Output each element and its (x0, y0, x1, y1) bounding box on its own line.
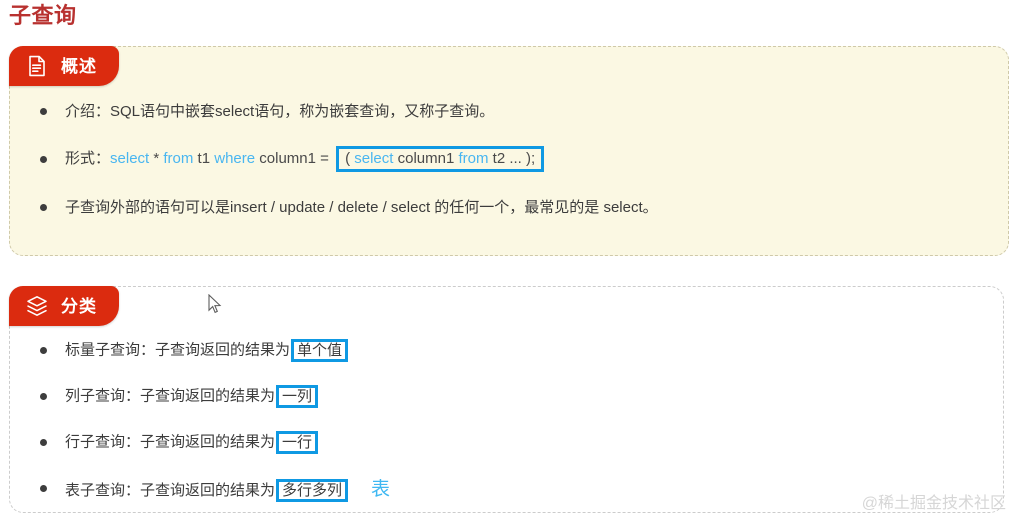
sql-code: column1 = (255, 149, 334, 167)
sql-keyword: from (458, 150, 489, 167)
bullet-content: 标量子查询：子查询返回的结果为 单个值 (65, 338, 349, 362)
bullet-dot-icon (40, 346, 47, 354)
sql-keyword: select (354, 150, 394, 167)
bullet-text: 行子查询：子查询返回的结果为 (65, 432, 276, 450)
bullet-content: 介绍：SQL语句中嵌套select语句，称为嵌套查询，又称子查询。 (65, 103, 494, 120)
bullet-item: 表子查询：子查询返回的结果为 多行多列表 (10, 465, 1003, 511)
bullet-dot-icon (40, 438, 47, 446)
card-overview-tab-label: 概述 (61, 56, 97, 76)
sql-code: t2 ... ); (488, 150, 536, 167)
bullet-dot-icon (40, 203, 47, 211)
bullet-dot-icon (40, 392, 47, 400)
bullet-content: 行子查询：子查询返回的结果为 一行 (65, 430, 319, 454)
bullet-text: 表子查询：子查询返回的结果为 (65, 481, 276, 499)
card-overview-bullet-list: 介绍：SQL语句中嵌套select语句，称为嵌套查询，又称子查询。 形式：sele… (10, 87, 1008, 231)
card-category-bullet-list: 标量子查询：子查询返回的结果为 单个值 列子查询：子查询返回的结果为 一列 行子查询：子… (10, 327, 1003, 511)
sql-code: * (149, 149, 164, 167)
card-category-tab[interactable]: 分类 (9, 286, 119, 326)
layers-icon (27, 296, 47, 316)
bullet-item: 介绍：SQL语句中嵌套select语句，称为嵌套查询，又称子查询。 (10, 87, 1008, 135)
bullet-content: 形式：select * from t1 where column1 = ( se… (65, 146, 545, 172)
bullet-dot-icon (40, 484, 47, 492)
bullet-content: 表子查询：子查询返回的结果为 多行多列表 (65, 474, 390, 503)
bullet-dot-icon (40, 155, 47, 163)
sql-code: column1 (393, 150, 459, 167)
card-category-tab-label: 分类 (61, 296, 97, 316)
sql-code: t1 (193, 149, 215, 167)
bullet-item: 形式：select * from t1 where column1 = ( se… (10, 135, 1008, 183)
bullet-text: 子查询外部的语句可以是insert / update / delete / se… (65, 198, 658, 216)
bullet-text: 标量子查询：子查询返回的结果为 (65, 340, 291, 358)
sql-keyword: select (110, 149, 150, 167)
bullet-text: 形式： (65, 149, 111, 167)
bullet-item: 行子查询：子查询返回的结果为 一行 (10, 419, 1003, 465)
bullet-dot-icon (40, 107, 47, 115)
bullet-content: 列子查询：子查询返回的结果为 一列 (65, 384, 319, 408)
highlight-box: 一列 (276, 384, 319, 408)
bullet-item: 列子查询：子查询返回的结果为 一列 (10, 373, 1003, 419)
page-title: 子查询 (9, 3, 77, 28)
bullet-text: 列子查询：子查询返回的结果为 (65, 386, 276, 404)
highlight-box-code: ( select column1 from t2 ... ); (336, 146, 545, 172)
sql-keyword: from (163, 149, 194, 167)
card-category: 分类 标量子查询：子查询返回的结果为 单个值 列子查询：子查询返回的结果为 一列 行子查… (9, 286, 1004, 513)
mouse-pointer-cursor (208, 294, 222, 314)
highlight-box: 一行 (276, 430, 319, 454)
bullet-item: 标量子查询：子查询返回的结果为 单个值 (10, 327, 1003, 373)
handwritten-annotation: 表 (371, 477, 391, 500)
card-overview-tab[interactable]: 概述 (9, 46, 119, 86)
highlight-box: 多行多列 (276, 479, 349, 503)
card-overview: 概述 介绍：SQL语句中嵌套select语句，称为嵌套查询，又称子查询。 形式：s… (9, 46, 1009, 256)
bullet-item: 子查询外部的语句可以是insert / update / delete / se… (10, 183, 1008, 231)
bullet-content: 子查询外部的语句可以是insert / update / delete / se… (65, 199, 658, 216)
sql-keyword: where (214, 149, 256, 167)
highlight-box: 单个值 (291, 338, 349, 362)
sql-code: ( (345, 150, 355, 167)
document-icon (29, 55, 45, 77)
bullet-text: 介绍：SQL语句中嵌套select语句，称为嵌套查询，又称子查询。 (65, 102, 495, 120)
